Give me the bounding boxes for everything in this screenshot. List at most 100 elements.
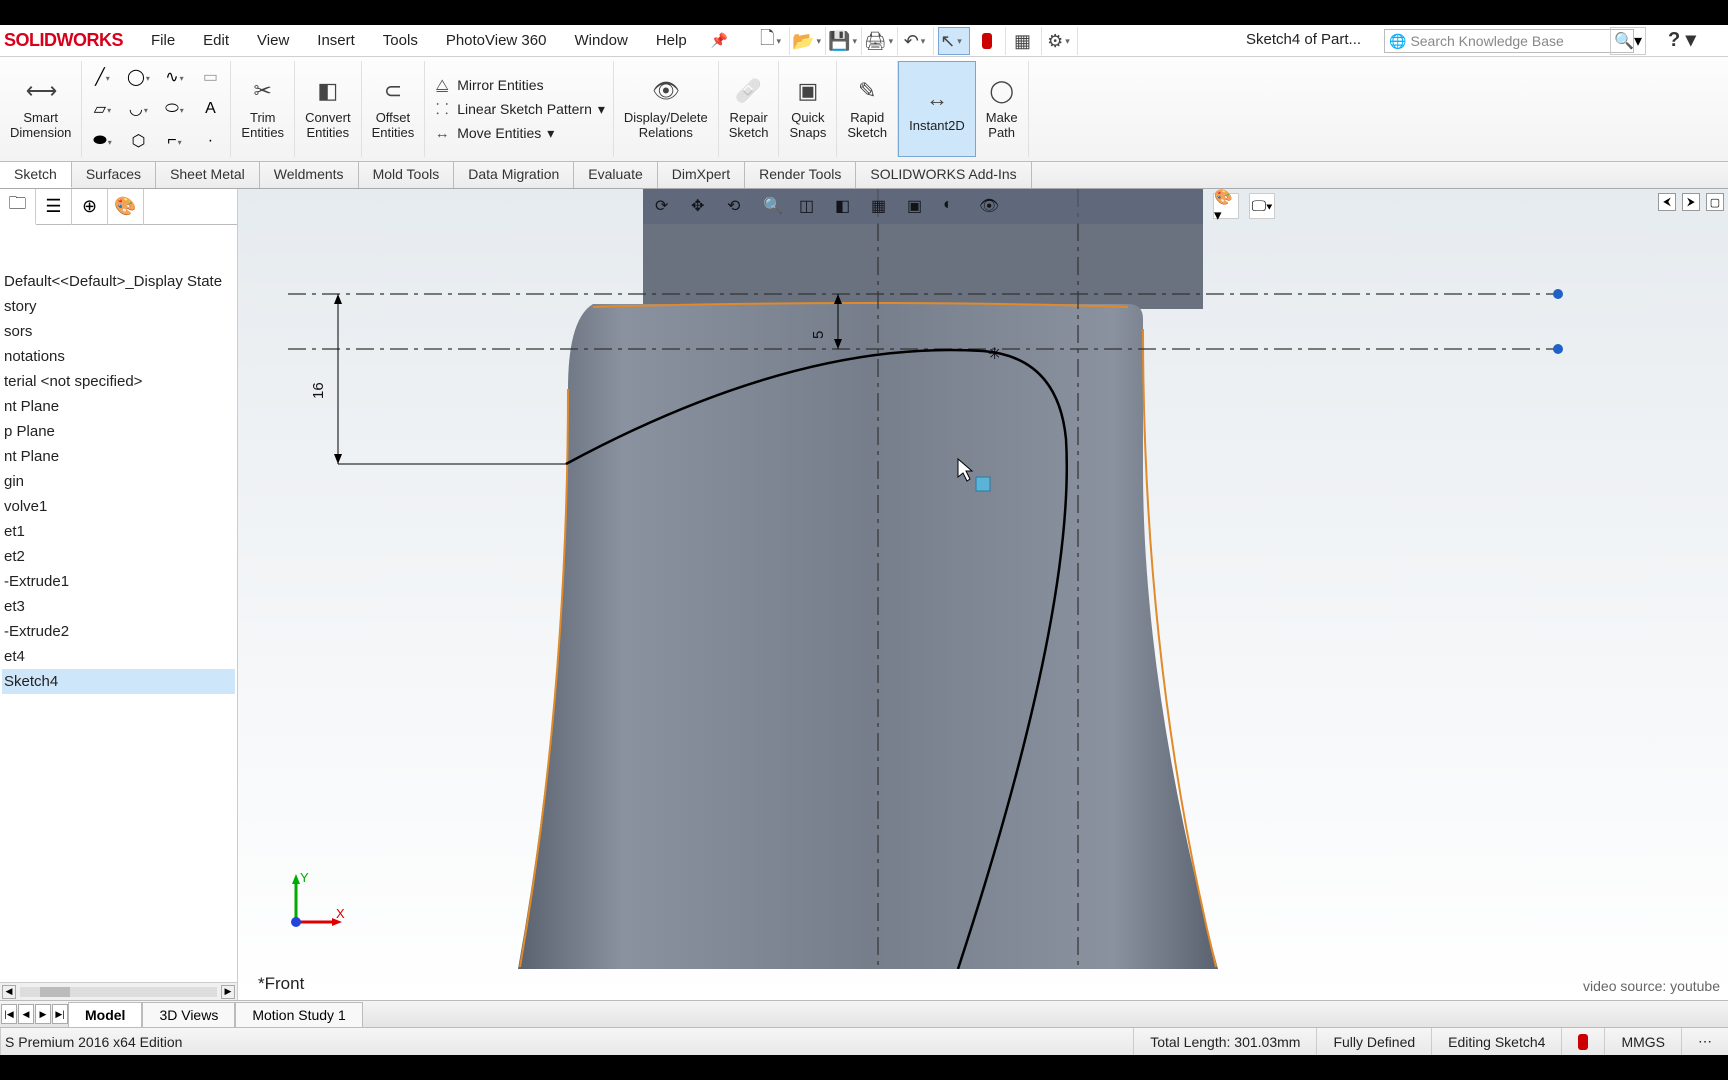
- menu-view[interactable]: View: [243, 26, 303, 55]
- convert-entities-button[interactable]: ◧ Convert Entities: [295, 61, 362, 157]
- text-tool-icon[interactable]: A: [196, 98, 224, 120]
- view-settings-icon[interactable]: 🖵▾: [1249, 193, 1275, 219]
- tab-motion-study[interactable]: Motion Study 1: [235, 1002, 362, 1027]
- tab-surfaces[interactable]: Surfaces: [72, 162, 156, 188]
- tab-sketch[interactable]: Sketch: [0, 162, 72, 188]
- options-icon[interactable]: ⚙: [1046, 27, 1078, 55]
- hide-show-icon[interactable]: ▣: [907, 196, 929, 218]
- tab-render-tools[interactable]: Render Tools: [745, 162, 856, 188]
- menu-insert[interactable]: Insert: [303, 26, 369, 55]
- view-orientation-icon[interactable]: ◧: [835, 196, 857, 218]
- zoom-icon[interactable]: 🔍: [763, 196, 785, 218]
- corner-rect-tool-icon[interactable]: ▱: [88, 98, 116, 120]
- tree-item[interactable]: gin: [2, 469, 235, 494]
- print-icon[interactable]: 🖨: [866, 27, 898, 55]
- status-rebuild-light[interactable]: [1561, 1028, 1604, 1055]
- fillet-tool-icon[interactable]: ⌐: [160, 130, 188, 152]
- make-path-button[interactable]: ◯ Make Path: [976, 61, 1029, 157]
- pin-icon[interactable]: 📌: [701, 32, 738, 49]
- circle-tool-icon[interactable]: ◯: [124, 66, 152, 88]
- display-manager-tab-icon[interactable]: 🎨: [108, 189, 144, 225]
- view-triad[interactable]: Y X: [278, 870, 348, 940]
- tree-item[interactable]: et2: [2, 544, 235, 569]
- tab-weldments[interactable]: Weldments: [260, 162, 359, 188]
- scroll-left-icon[interactable]: ◀: [2, 985, 16, 999]
- model-view[interactable]: ✳ 5 16: [238, 189, 1728, 969]
- appearance-icon[interactable]: ◐: [943, 196, 965, 218]
- quick-snaps-button[interactable]: ▣ Quick Snaps: [779, 61, 837, 157]
- feature-tree[interactable]: Default<<Default>_Display State story so…: [0, 225, 237, 696]
- tree-item[interactable]: story: [2, 294, 235, 319]
- arc-tool-icon[interactable]: ◡: [124, 98, 152, 120]
- slot-tool-icon[interactable]: ⬬: [88, 130, 116, 152]
- tree-item[interactable]: -Extrude2: [2, 619, 235, 644]
- tree-item[interactable]: nt Plane: [2, 444, 235, 469]
- scroll-right-icon[interactable]: ▶: [221, 985, 235, 999]
- instant2d-button[interactable]: ↔ Instant2D: [898, 61, 976, 157]
- rectangle-tool-icon[interactable]: ▭: [196, 66, 224, 88]
- tab-prev-icon[interactable]: ◀: [18, 1004, 34, 1024]
- tab-dimxpert[interactable]: DimXpert: [658, 162, 745, 188]
- tree-item[interactable]: et1: [2, 519, 235, 544]
- tab-addins[interactable]: SOLIDWORKS Add-Ins: [856, 162, 1031, 188]
- tab-last-icon[interactable]: ▶|: [52, 1004, 68, 1024]
- menu-edit[interactable]: Edit: [189, 26, 243, 55]
- select-icon[interactable]: ↖: [938, 27, 970, 55]
- tab-first-icon[interactable]: |◀: [1, 1004, 17, 1024]
- menu-file[interactable]: File: [137, 26, 189, 55]
- tab-evaluate[interactable]: Evaluate: [574, 162, 657, 188]
- move-entities-button[interactable]: ↔Move Entities ▾: [433, 124, 605, 142]
- tree-item[interactable]: p Plane: [2, 419, 235, 444]
- tree-item[interactable]: et4: [2, 644, 235, 669]
- zoom-fit-icon[interactable]: ⟳: [655, 196, 677, 218]
- repair-sketch-button[interactable]: 🩹 Repair Sketch: [719, 61, 780, 157]
- sidebar-scrollbar[interactable]: ◀ ▶: [0, 982, 237, 1000]
- tree-display-state[interactable]: Default<<Default>_Display State: [2, 269, 235, 294]
- property-manager-tab-icon[interactable]: ☰: [36, 189, 72, 225]
- tree-item-active-sketch[interactable]: Sketch4: [2, 669, 235, 694]
- mirror-entities-button[interactable]: ⧋Mirror Entities: [433, 76, 605, 94]
- help-icon[interactable]: ? ▾: [1668, 27, 1696, 52]
- menu-window[interactable]: Window: [560, 26, 641, 55]
- display-delete-relations-button[interactable]: 👁 Display/Delete Relations: [614, 61, 719, 157]
- tab-model[interactable]: Model: [68, 1002, 142, 1027]
- display-style-icon[interactable]: ▦: [871, 196, 893, 218]
- tree-item[interactable]: sors: [2, 319, 235, 344]
- menu-tools[interactable]: Tools: [369, 26, 432, 55]
- status-more-icon[interactable]: ⋯: [1681, 1028, 1728, 1055]
- point-tool-icon[interactable]: ·: [196, 130, 224, 152]
- pan-icon[interactable]: ✥: [691, 196, 713, 218]
- new-document-icon[interactable]: 🗋: [758, 27, 790, 55]
- rebuild-light-icon[interactable]: [974, 27, 1006, 55]
- rapid-sketch-button[interactable]: ✎ Rapid Sketch: [837, 61, 898, 157]
- configuration-tab-icon[interactable]: ⊕: [72, 189, 108, 225]
- dimension-16[interactable]: 16: [310, 382, 327, 399]
- linear-pattern-button[interactable]: ⸬Linear Sketch Pattern ▾: [433, 100, 605, 118]
- tree-item[interactable]: volve1: [2, 494, 235, 519]
- offset-entities-button[interactable]: ⊂ Offset Entities: [362, 61, 426, 157]
- tab-sheet-metal[interactable]: Sheet Metal: [156, 162, 260, 188]
- tab-data-migration[interactable]: Data Migration: [454, 162, 574, 188]
- graphics-viewport[interactable]: ⮜ ⮞ ▢: [238, 189, 1728, 1000]
- rotate-icon[interactable]: ⟲: [727, 196, 749, 218]
- trim-entities-button[interactable]: ✂ Trim Entities: [231, 61, 295, 157]
- tree-item[interactable]: et3: [2, 594, 235, 619]
- polygon-tool-icon[interactable]: ⬡: [124, 130, 152, 152]
- feature-tree-tab-icon[interactable]: 🗀: [0, 189, 36, 225]
- tab-3d-views[interactable]: 3D Views: [142, 1002, 235, 1027]
- undo-icon[interactable]: ↶: [902, 27, 934, 55]
- scene-icon[interactable]: 👁: [979, 196, 1001, 218]
- tree-item[interactable]: -Extrude1: [2, 569, 235, 594]
- status-units[interactable]: MMGS: [1604, 1028, 1681, 1055]
- save-icon[interactable]: 💾: [830, 27, 862, 55]
- spline-tool-icon[interactable]: ∿: [160, 66, 188, 88]
- edit-appearance-icon[interactable]: 🎨▾: [1213, 193, 1239, 219]
- dimension-5[interactable]: 5: [810, 331, 827, 339]
- menu-help[interactable]: Help: [642, 26, 701, 55]
- tree-item[interactable]: nt Plane: [2, 394, 235, 419]
- tree-item[interactable]: terial <not specified>: [2, 369, 235, 394]
- open-document-icon[interactable]: 📂: [794, 27, 826, 55]
- ellipse-tool-icon[interactable]: ⬭: [160, 98, 188, 120]
- tab-mold-tools[interactable]: Mold Tools: [359, 162, 455, 188]
- rebuild-icon[interactable]: ▦: [1010, 27, 1042, 55]
